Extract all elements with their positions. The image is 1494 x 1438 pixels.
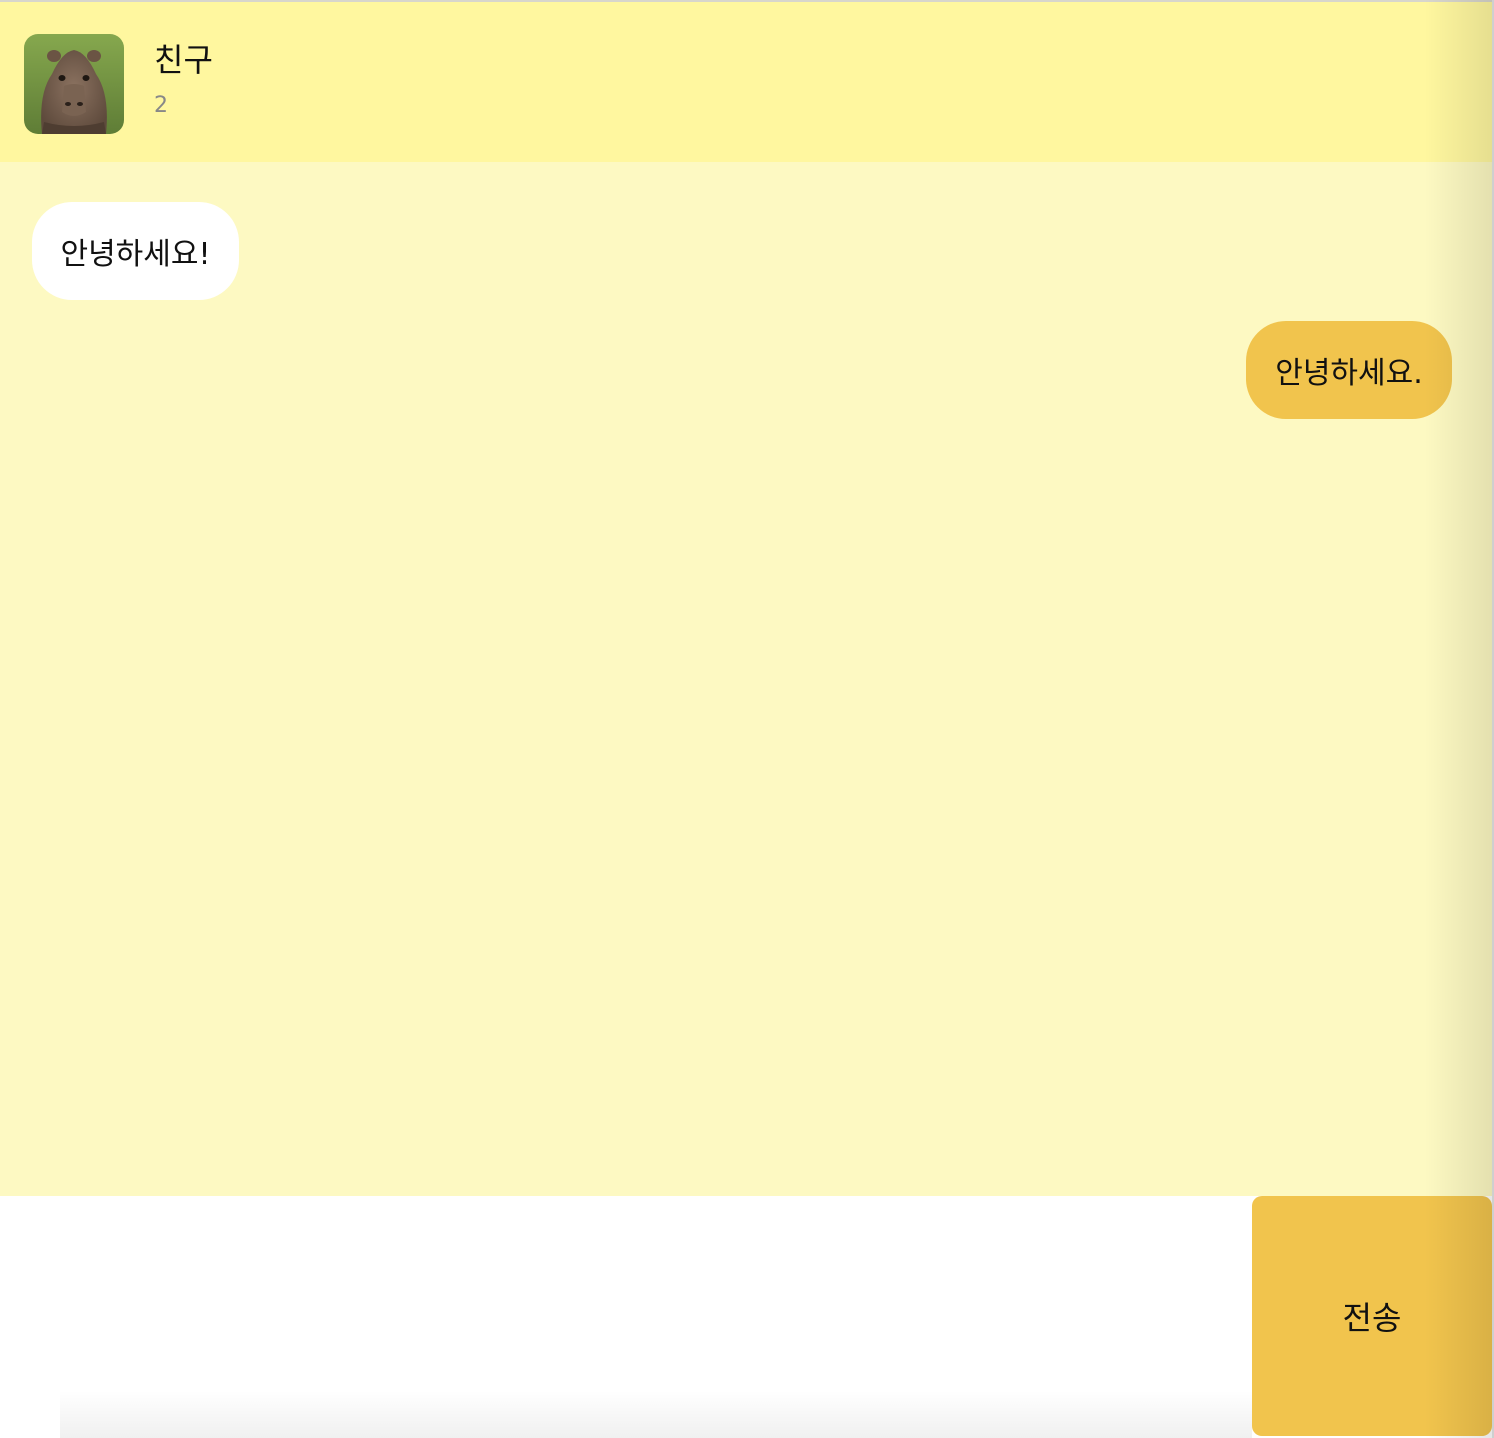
received-message-bubble: 안녕하세요! — [32, 202, 239, 300]
sent-message-bubble: 안녕하세요. — [1246, 321, 1452, 419]
message-list[interactable]: 안녕하세요! 안녕하세요. — [0, 162, 1494, 1196]
send-button[interactable]: 전송 — [1252, 1196, 1492, 1436]
message-text: 안녕하세요! — [60, 237, 211, 272]
message-input[interactable] — [0, 1196, 1252, 1438]
capybara-avatar-image — [24, 34, 124, 134]
participant-count: 2 — [154, 93, 168, 118]
chat-partner-name: 친구 — [154, 41, 213, 79]
avatar[interactable] — [24, 34, 124, 134]
chat-header: 친구 2 — [0, 2, 1494, 162]
chat-window: 친구 2 안녕하세요! 안녕하세요. 전송 — [0, 0, 1494, 1438]
composer-bar: 전송 — [0, 1196, 1494, 1438]
message-text: 안녕하세요. — [1275, 356, 1423, 391]
